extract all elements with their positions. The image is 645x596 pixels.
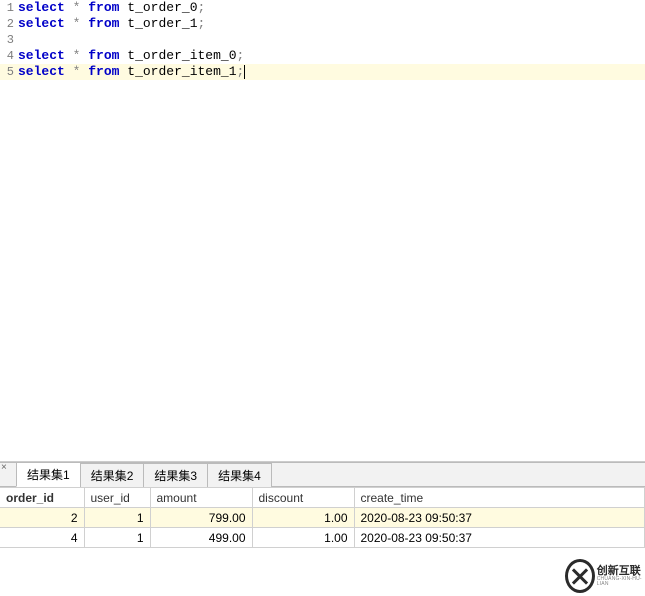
logo-icon <box>565 559 595 593</box>
table-cell[interactable]: 1 <box>84 528 150 548</box>
result-tab[interactable]: 结果集1 <box>16 462 81 487</box>
line-number: 2 <box>0 16 16 32</box>
watermark-logo: 创新互联 CHUANG-XIN-HU-LIAN <box>565 556 645 596</box>
table-cell[interactable]: 1 <box>84 508 150 528</box>
code-text[interactable]: select * from t_order_item_1; <box>16 64 245 80</box>
table-cell[interactable]: 2020-08-23 09:50:37 <box>354 508 645 528</box>
line-number: 1 <box>0 0 16 16</box>
close-icon[interactable]: × <box>1 462 7 473</box>
results-table: order_iduser_idamountdiscountcreate_time… <box>0 487 645 548</box>
text-cursor <box>244 65 245 79</box>
column-header[interactable]: user_id <box>84 488 150 508</box>
column-header[interactable]: order_id <box>0 488 84 508</box>
line-number: 5 <box>0 64 16 80</box>
table-row[interactable]: 41499.001.002020-08-23 09:50:37 <box>0 528 645 548</box>
line-number: 4 <box>0 48 16 64</box>
table-cell[interactable]: 1.00 <box>252 508 354 528</box>
result-tab[interactable]: 结果集4 <box>207 463 272 487</box>
column-header[interactable]: amount <box>150 488 252 508</box>
logo-text-en: CHUANG-XIN-HU-LIAN <box>597 577 645 587</box>
code-line[interactable]: 1select * from t_order_0; <box>0 0 645 16</box>
table-row[interactable]: 21799.001.002020-08-23 09:50:37 <box>0 508 645 528</box>
code-text[interactable]: select * from t_order_1; <box>16 16 205 32</box>
table-cell[interactable]: 2 <box>0 508 84 528</box>
table-header-row: order_iduser_idamountdiscountcreate_time <box>0 488 645 508</box>
results-pane: 结果集1结果集2结果集3结果集4 order_iduser_idamountdi… <box>0 462 645 548</box>
code-line[interactable]: 2select * from t_order_1; <box>0 16 645 32</box>
table-cell[interactable]: 1.00 <box>252 528 354 548</box>
table-body: 21799.001.002020-08-23 09:50:3741499.001… <box>0 508 645 548</box>
sql-editor[interactable]: 1select * from t_order_0;2select * from … <box>0 0 645 462</box>
result-tab[interactable]: 结果集2 <box>80 463 145 487</box>
results-table-wrap: order_iduser_idamountdiscountcreate_time… <box>0 487 645 548</box>
result-tab[interactable]: 结果集3 <box>143 463 208 487</box>
column-header[interactable]: create_time <box>354 488 645 508</box>
code-text[interactable]: select * from t_order_0; <box>16 0 205 16</box>
code-text[interactable]: select * from t_order_item_0; <box>16 48 244 64</box>
table-cell[interactable]: 4 <box>0 528 84 548</box>
logo-text-cn: 创新互联 <box>597 566 645 577</box>
code-line[interactable]: 5select * from t_order_item_1; <box>0 64 645 80</box>
result-tabstrip: 结果集1结果集2结果集3结果集4 <box>0 463 645 487</box>
table-cell[interactable]: 2020-08-23 09:50:37 <box>354 528 645 548</box>
table-cell[interactable]: 499.00 <box>150 528 252 548</box>
line-number: 3 <box>0 32 16 48</box>
code-line[interactable]: 3 <box>0 32 645 48</box>
table-cell[interactable]: 799.00 <box>150 508 252 528</box>
column-header[interactable]: discount <box>252 488 354 508</box>
code-line[interactable]: 4select * from t_order_item_0; <box>0 48 645 64</box>
